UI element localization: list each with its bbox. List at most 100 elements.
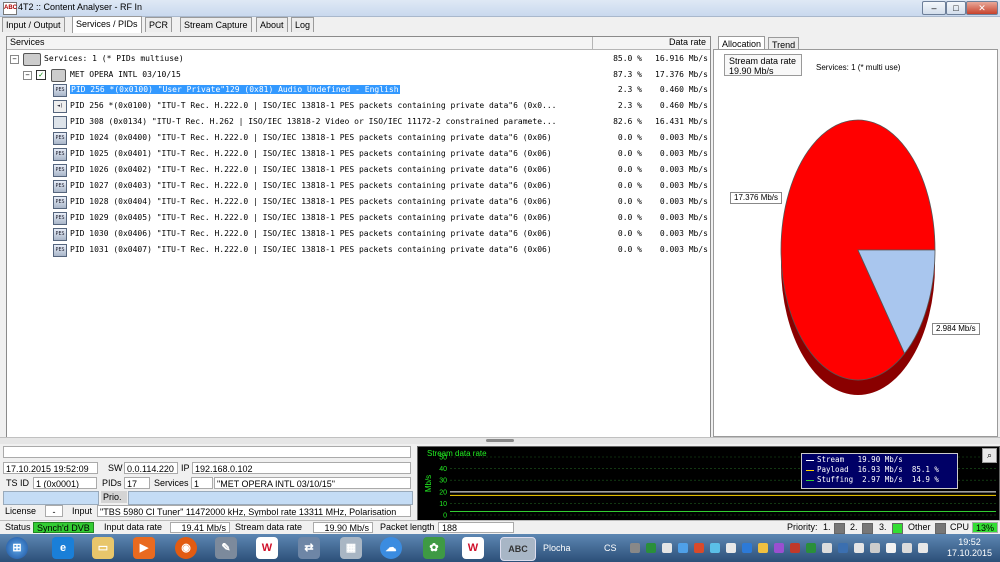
splitter-handle[interactable] <box>0 437 1000 444</box>
pid-row[interactable]: PES PID 1026 (0x0402) "ITU-T Rec. H.222.… <box>7 162 710 177</box>
tab-services-pids[interactable]: Services / PIDs <box>72 16 142 33</box>
tab-about[interactable]: About <box>256 17 288 32</box>
ip-value: 192.168.0.102 <box>192 462 411 474</box>
tab-stream-capture[interactable]: Stream Capture <box>180 17 252 32</box>
priority-2-label: 2. <box>850 522 858 532</box>
priority-1-indicator <box>834 523 845 534</box>
graph-legend: Stream 19.90 Mb/s Payload 16.93 Mb/s 85.… <box>801 453 958 489</box>
tools-icon[interactable]: ✎ <box>215 537 237 559</box>
column-data-rate[interactable]: Data rate <box>669 37 706 47</box>
pid-row[interactable]: PES PID 1027 (0x0403) "ITU-T Rec. H.222.… <box>7 178 710 193</box>
input-rate-label: Input data rate <box>104 522 163 532</box>
pes-icon: PES <box>53 180 67 193</box>
calculator-icon[interactable]: ▦ <box>340 537 362 559</box>
tray-icon[interactable] <box>726 543 736 553</box>
active-app-abc[interactable]: ABC <box>500 537 536 561</box>
pid-row[interactable]: PES PID 1025 (0x0401) "ITU-T Rec. H.222.… <box>7 146 710 161</box>
tray-icon[interactable] <box>774 543 784 553</box>
services-root-row[interactable]: − Services: 1 (* PIDs multiuse) 85.0 % 1… <box>7 51 710 66</box>
monitor-icon <box>53 116 67 129</box>
file-explorer-icon[interactable]: ▭ <box>92 537 114 559</box>
pid-row[interactable]: PES PID 1031 (0x0407) "ITU-T Rec. H.222.… <box>7 242 710 257</box>
pid-row[interactable]: PID 308 (0x0134) "ITU-T Rec. H.262 | ISO… <box>7 114 710 129</box>
datetime-field: 17.10.2015 19:52:09 <box>3 462 98 474</box>
network-app-icon[interactable]: ⇄ <box>298 537 320 559</box>
cloud-icon[interactable]: ☁ <box>380 537 402 559</box>
minimize-button[interactable]: – <box>922 1 946 15</box>
row-percent: 0.0 % <box>617 149 642 158</box>
pid-row[interactable]: PES PID 1030 (0x0406) "ITU-T Rec. H.222.… <box>7 226 710 241</box>
tree-row-label: PID 1030 (0x0406) "ITU-T Rec. H.222.0 | … <box>70 229 552 238</box>
clock[interactable]: 19:52 17.10.2015 <box>947 537 992 559</box>
tray-icon[interactable] <box>678 543 688 553</box>
tray-icon[interactable] <box>806 543 816 553</box>
tray-icon[interactable] <box>694 543 704 553</box>
tray-icon[interactable] <box>790 543 800 553</box>
row-rate: 0.003 Mb/s <box>659 213 708 222</box>
tray-icon[interactable] <box>822 543 832 553</box>
collapse-icon[interactable]: − <box>23 71 32 80</box>
close-button[interactable]: ✕ <box>966 1 998 15</box>
service-row[interactable]: − ✓ MET OPERA INTL 03/10/15 87.3 % 17.37… <box>7 67 710 82</box>
tray-icon[interactable] <box>742 543 752 553</box>
column-services[interactable]: Services <box>10 37 45 47</box>
speaker-icon[interactable] <box>918 543 928 553</box>
tab-pcr[interactable]: PCR <box>145 17 173 32</box>
services-count-label: Services <box>154 478 189 488</box>
tray-icon[interactable] <box>838 543 848 553</box>
tray-icon[interactable] <box>646 543 656 553</box>
plocha-toolbar[interactable]: Plocha <box>543 543 571 553</box>
internet-explorer-icon[interactable]: e <box>52 537 74 559</box>
cpu-label: CPU <box>950 522 970 532</box>
w-app-2-icon[interactable]: W <box>462 537 484 559</box>
pr-app-icon[interactable]: ✿ <box>423 537 445 559</box>
graph-y-tick-label: 40 <box>439 466 447 473</box>
tray-icon[interactable] <box>710 543 720 553</box>
flag-icon[interactable] <box>886 543 896 553</box>
pid-row[interactable]: PES PID 1029 (0x0405) "ITU-T Rec. H.222.… <box>7 210 710 225</box>
tsid-label: TS ID <box>6 478 30 488</box>
row-rate: 0.003 Mb/s <box>659 197 708 206</box>
collapse-icon[interactable]: − <box>10 55 19 64</box>
row-percent: 0.0 % <box>617 133 642 142</box>
pes-icon: PES <box>53 244 67 257</box>
tray-icon[interactable] <box>662 543 672 553</box>
tray-icon[interactable] <box>630 543 640 553</box>
tree-row-label: PID 1024 (0x0400) "ITU-T Rec. H.222.0 | … <box>70 133 552 142</box>
stream-rate-value: 19.90 Mb/s <box>313 522 373 533</box>
firefox-icon[interactable]: ◉ <box>175 537 197 559</box>
priority-3-indicator <box>892 523 903 534</box>
pes-icon: PES <box>53 228 67 241</box>
volume-icon[interactable] <box>870 543 880 553</box>
tab-log[interactable]: Log <box>291 17 315 32</box>
battery-icon[interactable] <box>902 543 912 553</box>
network-icon[interactable] <box>854 543 864 553</box>
language-indicator[interactable]: CS <box>604 543 617 553</box>
magnifier-icon[interactable]: ⌕ <box>982 448 997 463</box>
tray-icon[interactable] <box>758 543 768 553</box>
pid-row-selected[interactable]: PES PID 256 *(0x0100) "User Private"129 … <box>7 82 710 97</box>
row-percent: 0.0 % <box>617 229 642 238</box>
pid-row[interactable]: PES PID 1024 (0x0400) "ITU-T Rec. H.222.… <box>7 130 710 145</box>
pid-row[interactable]: PES PID 1028 (0x0404) "ITU-T Rec. H.222.… <box>7 194 710 209</box>
services-tree[interactable]: Services Data rate − Services: 1 (* PIDs… <box>6 36 711 438</box>
service-checkbox[interactable]: ✓ <box>36 70 46 80</box>
start-button[interactable]: ⊞ <box>6 537 28 559</box>
pes-icon: PES <box>53 196 67 209</box>
legend-stream: Stream 19.90 Mb/s <box>806 455 903 465</box>
maximize-button[interactable]: □ <box>946 1 966 15</box>
pes-icon: PES <box>53 132 67 145</box>
allocation-pie-chart <box>780 119 936 395</box>
prio-label: Prio. <box>101 491 127 503</box>
sw-value: 0.0.114.220 <box>124 462 178 474</box>
row-rate: 0.003 Mb/s <box>659 165 708 174</box>
pid-row[interactable]: ◄) PID 256 *(0x0100) "ITU-T Rec. H.222.0… <box>7 98 710 113</box>
tab-input-output[interactable]: Input / Output <box>2 17 65 32</box>
pes-icon: PES <box>53 164 67 177</box>
row-percent: 82.6 % <box>613 117 642 126</box>
window-title: 4T2 :: Content Analyser - RF In <box>18 2 143 12</box>
media-player-icon[interactable]: ▶ <box>133 537 155 559</box>
pids-value: 17 <box>124 477 150 489</box>
w-app-icon[interactable]: W <box>256 537 278 559</box>
row-rate: 0.003 Mb/s <box>659 245 708 254</box>
